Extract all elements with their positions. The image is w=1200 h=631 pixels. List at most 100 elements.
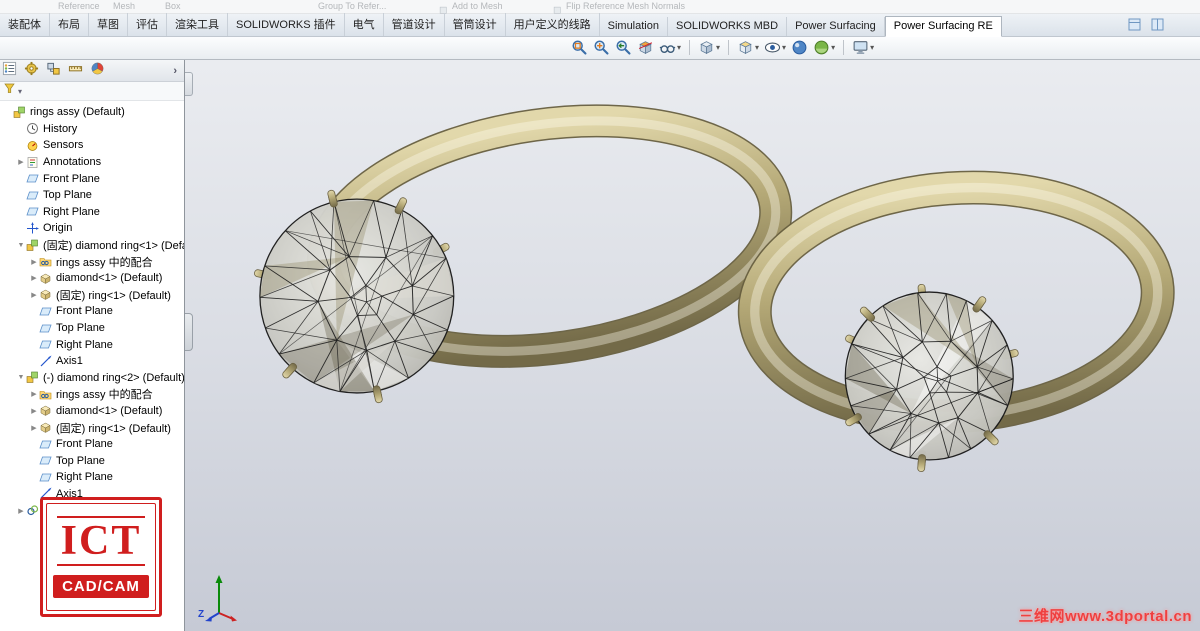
tree-item[interactable]: ▼(-) diamond ring<2> (Default) bbox=[0, 370, 184, 387]
ribbon-tab[interactable]: 草图 bbox=[89, 13, 128, 36]
part-icon bbox=[39, 404, 53, 417]
tree-item[interactable]: Right Plane bbox=[0, 204, 184, 221]
dropdown-caret-icon[interactable]: ▾ bbox=[716, 44, 720, 52]
expand-arrow-icon[interactable]: ▶ bbox=[29, 274, 39, 282]
menubar-item-icon bbox=[439, 2, 448, 11]
tree-item[interactable]: Front Plane bbox=[0, 170, 184, 187]
ribbon-tab[interactable]: SOLIDWORKS 插件 bbox=[228, 13, 345, 36]
tree-item[interactable]: ▶ diamond<1> (Default) bbox=[0, 270, 184, 287]
heads-up-view-toolbar: ▾ ▾ ▾ ▾ ▾ ▾ bbox=[570, 39, 875, 56]
expand-arrow-icon[interactable]: ▼ bbox=[16, 374, 26, 381]
view-settings-button[interactable]: ▾ bbox=[851, 39, 875, 56]
tree-item[interactable]: ▶(固定) ring<1> (Default) bbox=[0, 419, 184, 436]
part-icon bbox=[39, 421, 53, 434]
plane-icon bbox=[26, 205, 40, 218]
dropdown-caret-icon[interactable]: ▾ bbox=[677, 44, 681, 52]
tree-item-label: Right Plane bbox=[56, 339, 113, 351]
dropdown-caret-icon[interactable]: ▾ bbox=[755, 44, 759, 52]
ribbon-tab[interactable]: 用户定义的线路 bbox=[506, 13, 600, 36]
ribbon-tab[interactable]: Power Surfacing bbox=[787, 17, 885, 36]
tree-item[interactable]: Origin bbox=[0, 220, 184, 237]
tree-item[interactable]: Top Plane bbox=[0, 187, 184, 204]
ribbon-tab[interactable]: Simulation bbox=[600, 17, 668, 36]
tree-item-label: (固定) ring<1> (Default) bbox=[56, 287, 171, 303]
tree-item-label: Annotations bbox=[43, 156, 101, 168]
tree-item[interactable]: ▶rings assy 中的配合 bbox=[0, 253, 184, 270]
tree-item[interactable]: Top Plane bbox=[0, 452, 184, 469]
ribbon-tab[interactable]: SOLIDWORKS MBD bbox=[668, 17, 787, 36]
plane-icon bbox=[39, 305, 53, 318]
dropdown-caret-icon[interactable]: ▾ bbox=[831, 44, 835, 52]
tree-item[interactable]: ▶ Annotations bbox=[0, 154, 184, 171]
ribbon-tab[interactable]: 评估 bbox=[128, 13, 167, 36]
dropdown-caret-icon[interactable]: ▾ bbox=[782, 44, 786, 52]
expand-arrow-icon[interactable]: ▶ bbox=[29, 407, 39, 415]
tree-filter-row: ▾ bbox=[0, 82, 184, 101]
ribbon-tab[interactable]: Power Surfacing RE bbox=[885, 16, 1002, 37]
tree-item[interactable]: Sensors bbox=[0, 137, 184, 154]
tree-item[interactable]: Front Plane bbox=[0, 303, 184, 320]
view-orientation-button[interactable]: ▾ bbox=[697, 39, 721, 56]
annotation-visibility-button[interactable]: ▾ bbox=[658, 39, 682, 56]
apply-scene-button[interactable]: ▾ bbox=[812, 39, 836, 56]
tree-item[interactable]: History bbox=[0, 121, 184, 138]
tree-item[interactable]: rings assy (Default) bbox=[0, 104, 184, 121]
graphics-viewport[interactable]: Z 三维网www.3dportal.cn bbox=[185, 60, 1200, 631]
menubar-item-icon bbox=[553, 2, 562, 11]
task-pane-icon[interactable] bbox=[1128, 18, 1141, 36]
zoom-area-button[interactable] bbox=[592, 39, 611, 56]
filter-funnel-icon[interactable] bbox=[3, 82, 16, 100]
ict-logo-text: ICT bbox=[57, 516, 146, 566]
expand-arrow-icon[interactable]: ▶ bbox=[29, 291, 39, 299]
zoom-fit-button[interactable] bbox=[570, 39, 589, 56]
ribbon-tab[interactable]: 渲染工具 bbox=[167, 13, 228, 36]
expand-arrow-icon[interactable]: ▼ bbox=[16, 242, 26, 249]
tree-item[interactable]: ▶ (固定) ring<1> (Default) bbox=[0, 287, 184, 304]
ribbon-tab[interactable]: 布局 bbox=[50, 13, 89, 36]
ict-logo-subtext: CAD/CAM bbox=[53, 575, 149, 598]
expand-arrow-icon[interactable]: ▶ bbox=[16, 158, 26, 166]
panel-splitter-handle[interactable] bbox=[185, 313, 193, 351]
display-style-button[interactable]: ▾ bbox=[736, 39, 760, 56]
tree-item[interactable]: ▼(固定) diamond ring<1> (Default) bbox=[0, 237, 184, 254]
tree-item[interactable]: Top Plane bbox=[0, 320, 184, 337]
ribbon-tab[interactable]: 管道设计 bbox=[384, 13, 445, 36]
tree-item[interactable]: ▶diamond<1> (Default) bbox=[0, 403, 184, 420]
displaymanager-tab-icon[interactable] bbox=[90, 61, 105, 81]
featuremanager-tab-icon[interactable] bbox=[2, 61, 17, 81]
ribbon-tab[interactable]: 装配体 bbox=[0, 13, 50, 36]
section-view-button[interactable] bbox=[636, 39, 655, 56]
edit-appearance-button[interactable] bbox=[790, 39, 809, 56]
tree-item[interactable]: ▶rings assy 中的配合 bbox=[0, 386, 184, 403]
tree-item[interactable]: Right Plane bbox=[0, 336, 184, 353]
dimxpertmanager-tab-icon[interactable] bbox=[68, 61, 83, 81]
ribbon-tab[interactable]: 管筒设计 bbox=[445, 13, 506, 36]
rings-3d-scene bbox=[185, 60, 1200, 631]
display-pane-expand-handle[interactable] bbox=[185, 72, 193, 96]
hide-show-items-button[interactable]: ▾ bbox=[763, 39, 787, 56]
expand-arrow-icon[interactable]: ▶ bbox=[29, 390, 39, 398]
tree-item-label: Axis1 bbox=[56, 355, 83, 367]
dropdown-caret-icon[interactable]: ▾ bbox=[870, 44, 874, 52]
origin-icon bbox=[26, 222, 40, 235]
axis-icon bbox=[39, 355, 53, 368]
ribbon-tab[interactable]: 电气 bbox=[345, 13, 384, 36]
mates-folder-icon bbox=[39, 388, 53, 401]
display-pane-icon[interactable] bbox=[1151, 18, 1164, 36]
filter-caret-icon[interactable]: ▾ bbox=[18, 87, 22, 96]
panel-tabs-overflow-chevron[interactable]: › bbox=[168, 65, 182, 77]
configurationmanager-tab-icon[interactable] bbox=[46, 61, 61, 81]
tree-item[interactable]: Right Plane bbox=[0, 469, 184, 486]
tree-item[interactable]: Front Plane bbox=[0, 436, 184, 453]
propertymanager-tab-icon[interactable] bbox=[24, 61, 39, 81]
toolbar-separator bbox=[843, 40, 844, 55]
tree-item-label: Front Plane bbox=[56, 438, 113, 450]
plane-icon bbox=[26, 172, 40, 185]
expand-arrow-icon[interactable]: ▶ bbox=[29, 424, 39, 432]
expand-arrow-icon[interactable]: ▶ bbox=[16, 507, 26, 515]
expand-arrow-icon[interactable]: ▶ bbox=[29, 258, 39, 266]
tree-item[interactable]: Axis1 bbox=[0, 353, 184, 370]
tree-item-label: diamond<1> (Default) bbox=[56, 272, 162, 284]
zoom-previous-button[interactable] bbox=[614, 39, 633, 56]
plane-icon bbox=[39, 338, 53, 351]
